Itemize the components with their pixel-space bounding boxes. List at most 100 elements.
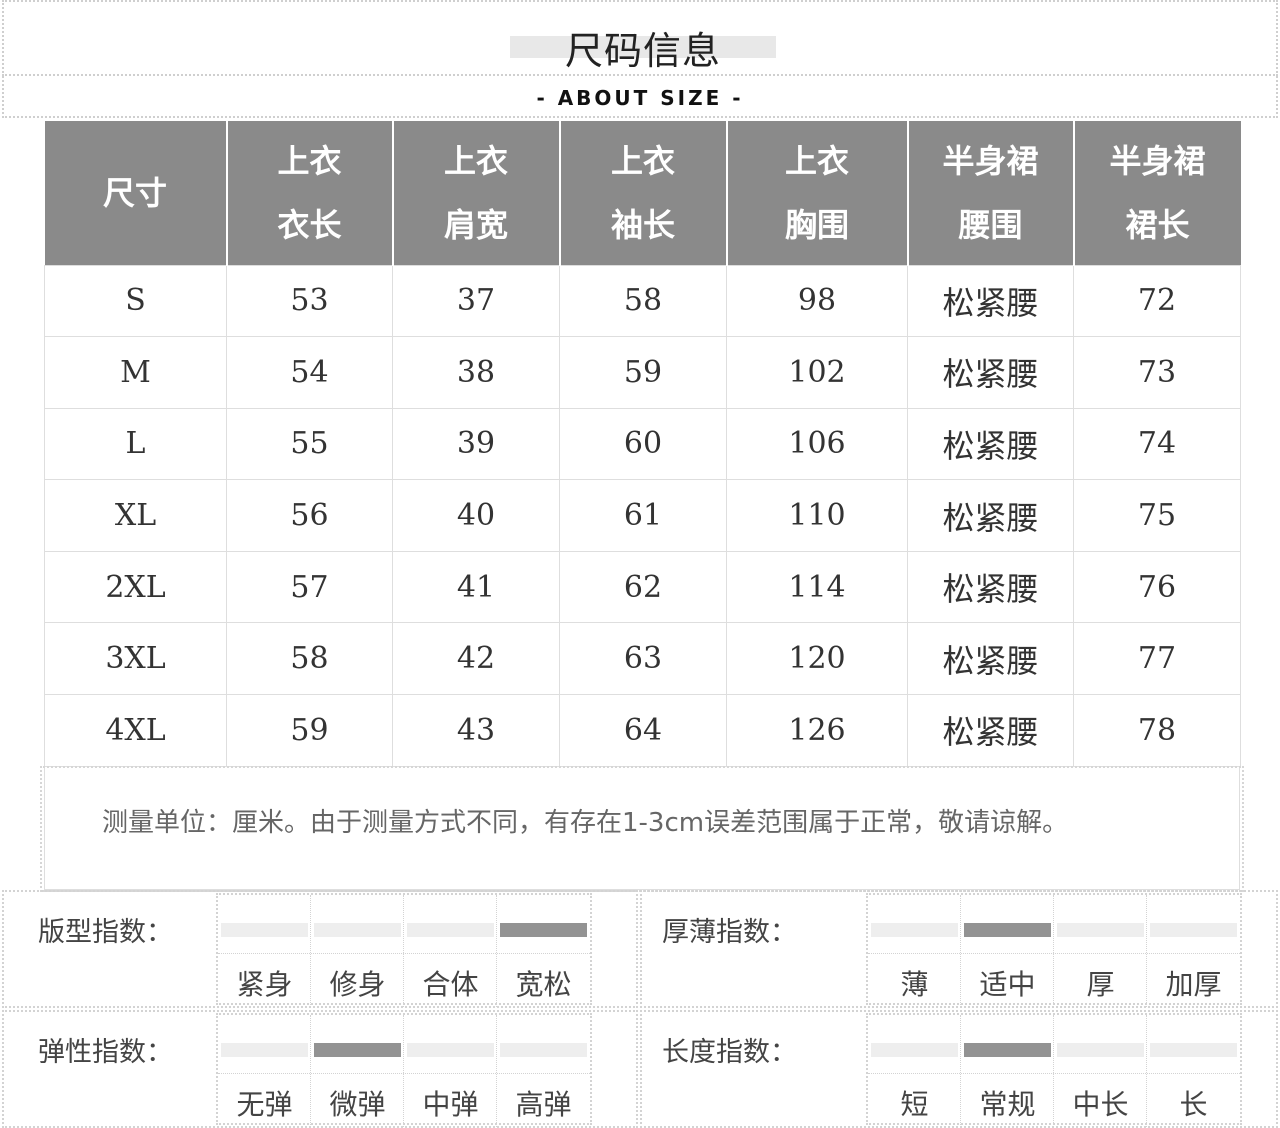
fit-index-label: 版型指数： [38, 917, 173, 948]
size-table: 尺寸 上衣 衣长 上衣 肩宽 上衣 袖长 上衣 胸围 半身裙 腰围 半身裙 裙长 S 53 37… [44, 121, 1241, 767]
table-cell: 39 [392, 407, 560, 481]
scale-option-label: 修身 [329, 968, 386, 1001]
table-cell: 63 [559, 622, 727, 696]
table-cell: 77 [1073, 622, 1241, 696]
scale-bar [221, 1043, 308, 1057]
scale-option-label: 微弹 [329, 1088, 386, 1121]
table-row: 3XL 58 42 63 120 松紧腰 77 [44, 622, 1241, 696]
table-cell: 76 [1073, 550, 1241, 624]
table-cell: 松紧腰 [907, 479, 1074, 552]
table-row: 4XL 59 43 64 126 松紧腰 78 [44, 694, 1241, 767]
table-row: 2XL 57 41 62 114 松紧腰 76 [44, 550, 1241, 624]
fit-scale: 紧身 修身 合体 宽松 [216, 893, 592, 1007]
scale-option: 无弹 [218, 1015, 311, 1127]
size-cell: L [44, 407, 227, 481]
table-cell: 40 [392, 479, 560, 552]
table-cell: 106 [726, 407, 908, 481]
size-cell: 3XL [44, 622, 227, 696]
scale-option: 中长 [1054, 1015, 1147, 1127]
scale-option: 短 [868, 1015, 961, 1127]
table-cell: 110 [726, 479, 908, 552]
scale-bar-selected [500, 923, 587, 937]
table-cell: 59 [559, 336, 727, 409]
scale-option-label: 加厚 [1165, 968, 1222, 1001]
scale-option-label: 紧身 [236, 968, 293, 1001]
scale-option: 适中 [961, 895, 1054, 1007]
scale-option: 高弹 [497, 1015, 590, 1127]
table-cell: 62 [559, 550, 727, 624]
scale-option-label: 长 [1179, 1088, 1208, 1121]
table-row: XL 56 40 61 110 松紧腰 75 [44, 479, 1241, 552]
scale-option: 常规 [961, 1015, 1054, 1127]
elasticity-scale: 无弹 微弹 中弹 高弹 [216, 1013, 592, 1127]
page-subtitle: - ABOUT SIZE - [536, 86, 744, 110]
table-cell: 75 [1073, 479, 1241, 552]
scale-bar [500, 1043, 587, 1057]
size-cell: S [44, 264, 227, 338]
header-size: 尺寸 [44, 121, 228, 265]
scale-bar [407, 1043, 494, 1057]
table-row: L 55 39 60 106 松紧腰 74 [44, 407, 1241, 481]
scale-bar [1150, 923, 1237, 937]
scale-bar [221, 923, 308, 937]
header-sleeve-length: 上衣 袖长 [558, 121, 728, 265]
table-cell: 98 [726, 264, 908, 338]
scale-bar [1057, 923, 1144, 937]
size-cell: M [44, 336, 227, 409]
scale-bar [314, 923, 401, 937]
table-cell: 64 [559, 694, 727, 767]
scale-option: 微弹 [311, 1015, 404, 1127]
measurement-note: 测量单位：厘米。由于测量方式不同，有存在1-3cm误差范围属于正常，敬请谅解。 [102, 808, 1069, 838]
table-cell: 72 [1073, 264, 1241, 338]
scale-option: 中弹 [404, 1015, 497, 1127]
table-row: M 54 38 59 102 松紧腰 73 [44, 336, 1241, 409]
scale-option-label: 无弹 [236, 1088, 293, 1121]
table-cell: 56 [226, 479, 393, 552]
table-cell: 松紧腰 [907, 407, 1074, 481]
table-cell: 59 [226, 694, 393, 767]
scale-bar [871, 1043, 958, 1057]
table-cell: 37 [392, 264, 560, 338]
header-bust: 上衣 胸围 [725, 121, 909, 265]
length-scale: 短 常规 中长 长 [866, 1013, 1242, 1127]
scale-option-label: 厚 [1086, 968, 1115, 1001]
scale-option-label: 高弹 [515, 1088, 572, 1121]
scale-option: 紧身 [218, 895, 311, 1007]
table-cell: 102 [726, 336, 908, 409]
table-cell: 61 [559, 479, 727, 552]
table-cell: 114 [726, 550, 908, 624]
thickness-index-label: 厚薄指数： [662, 917, 797, 948]
scale-option: 合体 [404, 895, 497, 1007]
table-row: S 53 37 58 98 松紧腰 72 [44, 264, 1241, 338]
table-cell: 73 [1073, 336, 1241, 409]
table-cell: 58 [226, 622, 393, 696]
header-top-length: 上衣 衣长 [225, 121, 394, 265]
scale-bar-selected [964, 1043, 1051, 1057]
scale-option: 长 [1147, 1015, 1240, 1127]
scale-option: 宽松 [497, 895, 590, 1007]
table-cell: 43 [392, 694, 560, 767]
scale-option: 厚 [1054, 895, 1147, 1007]
scale-bar [1057, 1043, 1144, 1057]
scale-bar-selected [314, 1043, 401, 1057]
table-cell: 松紧腰 [907, 550, 1074, 624]
scale-option-label: 短 [900, 1088, 929, 1121]
scale-option-label: 中弹 [422, 1088, 479, 1121]
table-cell: 38 [392, 336, 560, 409]
scale-option-label: 常规 [979, 1088, 1036, 1121]
scale-option-label: 合体 [422, 968, 479, 1001]
table-cell: 53 [226, 264, 393, 338]
scale-bar [1150, 1043, 1237, 1057]
table-cell: 58 [559, 264, 727, 338]
length-index-label: 长度指数： [662, 1037, 797, 1068]
table-cell: 60 [559, 407, 727, 481]
scale-option: 修身 [311, 895, 404, 1007]
scale-bar [407, 923, 494, 937]
table-header-row: 尺寸 上衣 衣长 上衣 肩宽 上衣 袖长 上衣 胸围 半身裙 腰围 半身裙 裙长 [44, 121, 1241, 265]
scale-option-label: 宽松 [515, 968, 572, 1001]
table-cell: 54 [226, 336, 393, 409]
table-cell: 42 [392, 622, 560, 696]
thickness-scale: 薄 适中 厚 加厚 [866, 893, 1242, 1007]
scale-option-label: 薄 [900, 968, 929, 1001]
table-cell: 松紧腰 [907, 336, 1074, 409]
